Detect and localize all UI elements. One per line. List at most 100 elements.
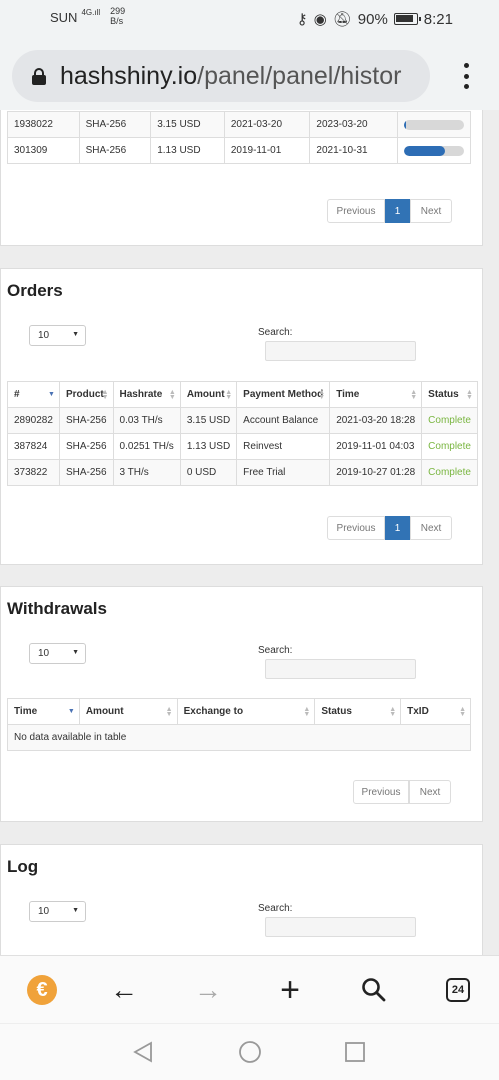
lock-icon[interactable] bbox=[32, 68, 46, 85]
withdrawals-search-label: Search: bbox=[258, 645, 293, 656]
column-header-4[interactable]: TxID ▲ ▼ bbox=[400, 698, 471, 725]
withdrawals-length-value: 10 bbox=[38, 648, 50, 659]
address-bar[interactable]: hashshiny.io/panel/panel/histor bbox=[12, 50, 430, 102]
new-tab-button[interactable]: + bbox=[272, 970, 308, 1009]
empty-table-message: No data available in table bbox=[7, 724, 471, 751]
column-header-2[interactable]: Hashrate ▲ ▼ bbox=[112, 381, 181, 408]
sort-icon: ▲ ▼ bbox=[101, 389, 109, 401]
column-header-0[interactable]: # ▼ bbox=[7, 381, 60, 408]
chevron-down-icon: ▼ bbox=[72, 331, 79, 338]
status-badge: Complete bbox=[421, 459, 478, 486]
orders-length-select[interactable]: 10 ▼ bbox=[29, 325, 86, 346]
column-header-4[interactable]: Payment Method ▲ ▼ bbox=[236, 381, 331, 408]
order-cell: SHA-256 bbox=[58, 433, 114, 460]
system-recents-icon[interactable] bbox=[343, 1040, 367, 1064]
order-cell: Reinvest bbox=[236, 433, 331, 460]
orders-search-input[interactable] bbox=[265, 341, 416, 361]
column-header-3[interactable]: Amount ▲ ▼ bbox=[179, 381, 238, 408]
log-search-input[interactable] bbox=[265, 917, 416, 937]
tabs-button[interactable]: 24 bbox=[440, 972, 476, 1008]
eye-icon: ◉ bbox=[313, 11, 327, 28]
column-header-6[interactable]: Status ▲ ▼ bbox=[421, 381, 478, 408]
orders-table: # ▼ Product ▲ ▼ Hashrate ▲ ▼ Amount ▲ ▼ Payment Met… bbox=[7, 381, 478, 486]
status-badge: Complete bbox=[421, 433, 478, 460]
column-label: Product bbox=[65, 389, 104, 400]
order-cell: 0 USD bbox=[179, 459, 238, 486]
arrow-right-icon: → bbox=[194, 974, 222, 1005]
progress-fill bbox=[404, 145, 445, 156]
forward-button[interactable]: → bbox=[190, 972, 226, 1008]
order-cell: 3.15 USD bbox=[179, 407, 238, 434]
order-cell: 2019-11-01 04:03 bbox=[329, 433, 423, 460]
order-cell: Account Balance bbox=[236, 407, 331, 434]
system-nav-bar bbox=[0, 1023, 499, 1080]
sort-icon: ▲ ▼ bbox=[389, 706, 397, 718]
log-length-select[interactable]: 10 ▼ bbox=[29, 901, 86, 922]
signal-icon: 4G.ıll bbox=[81, 8, 101, 17]
sort-icon: ▲ ▼ bbox=[225, 389, 233, 401]
order-cell: 387824 bbox=[7, 433, 60, 460]
contracts-pagination: Previous 1 Next bbox=[327, 199, 452, 223]
previous-button[interactable]: Previous bbox=[327, 199, 385, 223]
sort-icon: ▲ ▼ bbox=[466, 389, 473, 401]
column-header-0[interactable]: Time ▼ bbox=[7, 698, 80, 725]
contract-price-cell: 1.13 USD bbox=[150, 137, 225, 164]
order-cell: 2019-10-27 01:28 bbox=[329, 459, 423, 486]
withdrawals-length-select[interactable]: 10 ▼ bbox=[29, 643, 86, 664]
column-header-1[interactable]: Product ▲ ▼ bbox=[58, 381, 114, 408]
column-label: Payment Method bbox=[243, 389, 324, 400]
system-back-icon[interactable] bbox=[131, 1040, 155, 1064]
order-cell: 0.03 TH/s bbox=[112, 407, 181, 434]
table-row: 2890282 SHA-256 0.03 TH/s 3.15 USD Account B… bbox=[7, 407, 478, 434]
previous-button[interactable]: Previous bbox=[353, 780, 409, 804]
chevron-down-icon: ▼ bbox=[72, 907, 79, 914]
next-button[interactable]: Next bbox=[409, 780, 451, 804]
menu-dots-icon[interactable] bbox=[463, 63, 469, 89]
contract-end-cell: 2021-10-31 bbox=[309, 137, 398, 164]
order-cell: SHA-256 bbox=[58, 459, 114, 486]
url-path: /panel/panel/histor bbox=[197, 61, 402, 90]
key-icon: ⚷ bbox=[296, 11, 308, 28]
orders-search-label: Search: bbox=[258, 327, 293, 338]
url-text[interactable]: hashshiny.io/panel/panel/histor bbox=[60, 62, 401, 91]
withdrawals-search-input[interactable] bbox=[265, 659, 416, 679]
order-cell: 373822 bbox=[7, 459, 60, 486]
column-header-3[interactable]: Status ▲ ▼ bbox=[314, 698, 402, 725]
next-button[interactable]: Next bbox=[410, 516, 452, 540]
tabs-count: 24 bbox=[446, 978, 470, 1002]
home-button[interactable]: € bbox=[24, 972, 60, 1008]
column-label: TxID bbox=[407, 706, 429, 717]
battery-icon bbox=[393, 13, 421, 25]
next-button[interactable]: Next bbox=[410, 199, 452, 223]
contracts-panel: 1938022 SHA-256 3.15 USD 2021-03-20 2023-03-… bbox=[0, 110, 483, 246]
previous-button[interactable]: Previous bbox=[327, 516, 385, 540]
contract-start-cell: 2019-11-01 bbox=[223, 137, 311, 164]
search-button[interactable] bbox=[356, 972, 392, 1008]
system-home-icon[interactable] bbox=[238, 1040, 262, 1064]
column-header-5[interactable]: Time ▲ ▼ bbox=[329, 381, 423, 408]
back-button[interactable]: ← bbox=[106, 972, 142, 1008]
orders-pagination: Previous 1 Next bbox=[327, 516, 452, 540]
sort-desc-icon: ▼ bbox=[67, 708, 75, 715]
arrow-left-icon: ← bbox=[110, 974, 138, 1005]
column-header-1[interactable]: Amount ▲ ▼ bbox=[78, 698, 178, 725]
page-1-button[interactable]: 1 bbox=[385, 199, 410, 223]
speed-unit: B/s bbox=[110, 16, 124, 26]
order-cell: 1.13 USD bbox=[179, 433, 238, 460]
order-cell: 2890282 bbox=[7, 407, 60, 434]
coin-logo-icon: € bbox=[27, 975, 57, 1005]
network-type: 4G bbox=[81, 8, 93, 17]
column-header-2[interactable]: Exchange to ▲ ▼ bbox=[176, 698, 316, 725]
progress-fill bbox=[404, 119, 406, 130]
contract-id-cell: 301309 bbox=[7, 137, 80, 164]
column-label: Amount bbox=[85, 706, 124, 717]
mute-bell-icon: 🔕︎ bbox=[332, 11, 352, 28]
withdrawals-title: Withdrawals bbox=[7, 599, 107, 618]
sort-icon: ▲ ▼ bbox=[168, 389, 176, 401]
log-length-value: 10 bbox=[38, 906, 50, 917]
progress-bar bbox=[404, 119, 464, 130]
page-1-button[interactable]: 1 bbox=[385, 516, 410, 540]
contract-id-cell: 1938022 bbox=[7, 111, 80, 138]
battery-percent: 90% bbox=[357, 10, 388, 28]
plus-icon: + bbox=[280, 970, 300, 1009]
